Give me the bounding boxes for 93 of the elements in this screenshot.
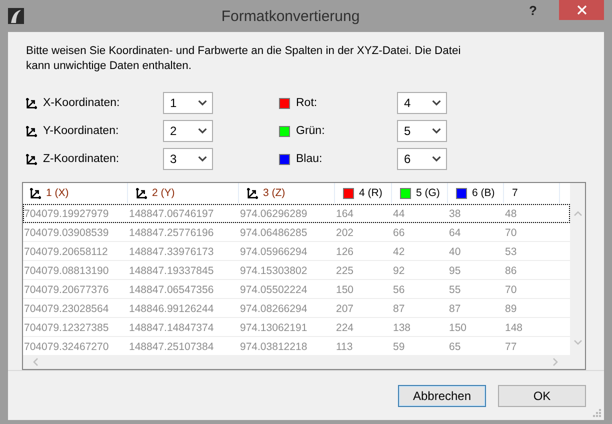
axes-icon xyxy=(30,188,41,198)
table-cell-text: 704079.20658112 xyxy=(23,246,109,258)
table-cell-text: 95 xyxy=(448,264,462,276)
caret-icon xyxy=(432,128,441,134)
caret-icon xyxy=(432,156,441,162)
table-cell-text: 202 xyxy=(335,226,355,238)
table-cell-text: 53 xyxy=(504,246,518,258)
table-cell-text: 974.05966294 xyxy=(239,246,308,258)
table-cell-text: 70 xyxy=(504,284,518,296)
table-cell-text: 38 xyxy=(448,208,462,220)
table-cell-text: 77 xyxy=(504,340,518,352)
axes-icon xyxy=(26,98,37,108)
instruction-text: Bitte weisen Sie Koordinaten- und Farbwerte an die Spalten in der XYZ-Datei. Die Datei kann unwichtige Daten enthalten. xyxy=(26,44,462,74)
table-cell-text: 70 xyxy=(504,226,518,238)
table-cell-text: 164 xyxy=(335,208,355,220)
column-dropdown[interactable]: 6 xyxy=(397,148,447,170)
table-cell-text: 86 xyxy=(504,264,518,276)
ok-button[interactable]: OK xyxy=(498,384,586,406)
table-cell-text: 974.06296289 xyxy=(239,208,308,220)
axes-icon xyxy=(26,154,37,164)
table-cell-text: 974.15303802 xyxy=(239,264,308,276)
table-cell-text: 113 xyxy=(335,340,354,352)
table-cell-text: 148846.99126244 xyxy=(128,302,215,314)
column-dropdown[interactable]: 4 xyxy=(397,92,447,114)
close-button[interactable] xyxy=(559,0,604,20)
field-label: X-Koordinaten: xyxy=(43,97,121,109)
table-cell-text: 704079.32467270 xyxy=(23,340,110,352)
caret-icon xyxy=(432,100,441,106)
table-cell-text: 150 xyxy=(448,322,468,334)
table-cell-text: 974.06486285 xyxy=(239,226,308,238)
table-cell-text: 704079.20677376 xyxy=(23,284,110,296)
table-cell-text: 704079.03908539 xyxy=(23,226,110,238)
table-cell-text: 92 xyxy=(392,264,406,276)
table-cell-text: 138 xyxy=(392,322,412,334)
table-cell-text: 148 xyxy=(504,322,524,334)
close-icon xyxy=(576,5,586,15)
field-label: Z-Koordinaten: xyxy=(43,153,120,165)
table-cell-text: 704079.08813190 xyxy=(23,264,110,276)
table-cell-text: 148847.33976173 xyxy=(128,246,215,258)
table-cell-text: 55 xyxy=(448,284,462,296)
table-cell-text: 974.08266294 xyxy=(239,302,308,314)
table-cell-text: 225 xyxy=(335,264,355,276)
table-cell-text: 42 xyxy=(392,246,406,258)
axes-icon xyxy=(136,188,147,198)
scroll-up-icon[interactable] xyxy=(574,211,582,216)
scroll-right-icon[interactable] xyxy=(553,358,558,366)
table-cell-text: 56 xyxy=(392,284,406,296)
table-cell-text: 148847.25776196 xyxy=(128,226,215,238)
table-cell-text: 40 xyxy=(448,246,462,258)
field-label: Y-Koordinaten: xyxy=(43,125,120,137)
table-cell-text: 974.13062191 xyxy=(239,322,308,334)
table-cell-text: 148847.06746197 xyxy=(128,208,215,220)
table-cell-text: 207 xyxy=(335,302,355,314)
table-cell-text: 65 xyxy=(448,340,462,352)
axes-icon xyxy=(247,188,258,198)
scroll-down-icon[interactable] xyxy=(574,340,582,345)
table-cell-text: 150 xyxy=(335,284,355,296)
cancel-button[interactable]: Abbrechen xyxy=(398,384,486,406)
scroll-left-icon[interactable] xyxy=(33,358,38,366)
table-cell-text: 148847.25107384 xyxy=(128,340,215,352)
table-cell-text: 87 xyxy=(448,302,462,314)
help-button[interactable]: ? xyxy=(527,3,539,18)
table-cell-text: 148847.14847374 xyxy=(128,322,215,334)
table-cell-text: 64 xyxy=(448,226,462,238)
app-icon xyxy=(8,8,24,24)
table-cell-text: 704079.12327385 xyxy=(23,322,110,334)
table-cell-text: 704079.23028564 xyxy=(23,302,110,314)
window-title: Formatkonvertierung xyxy=(220,8,361,24)
column-dropdown[interactable]: 3 xyxy=(163,148,213,170)
caret-icon xyxy=(198,156,207,162)
table-cell-text: 126 xyxy=(335,246,355,258)
table-cell-text: 89 xyxy=(504,302,518,314)
table-cell-text: 59 xyxy=(392,340,406,352)
table-cell-text: 148847.06547356 xyxy=(128,284,215,296)
table-cell-text: 224 xyxy=(335,322,355,334)
column-dropdown[interactable]: 2 xyxy=(163,120,213,142)
table-cell-text: 44 xyxy=(392,208,406,220)
field-label: Rot: xyxy=(296,97,318,109)
field-label: Blau: xyxy=(296,153,324,165)
table-cell-text: 48 xyxy=(504,208,518,220)
column-dropdown[interactable]: 5 xyxy=(397,120,447,142)
table-cell-text: 66 xyxy=(392,226,406,238)
axes-icon xyxy=(26,126,37,136)
table-cell-text: 87 xyxy=(392,302,406,314)
resize-grip-icon[interactable] xyxy=(593,409,602,418)
column-dropdown[interactable]: 1 xyxy=(163,92,213,114)
table-cell-text: 974.03812218 xyxy=(239,340,308,352)
field-label: Grün: xyxy=(296,125,326,137)
table-cell-text: 704079.19927979 xyxy=(23,208,110,220)
caret-icon xyxy=(198,100,207,106)
table-cell-text: 148847.19337845 xyxy=(128,264,215,276)
table-cell-text: 974.05502224 xyxy=(239,284,308,296)
caret-icon xyxy=(198,128,207,134)
